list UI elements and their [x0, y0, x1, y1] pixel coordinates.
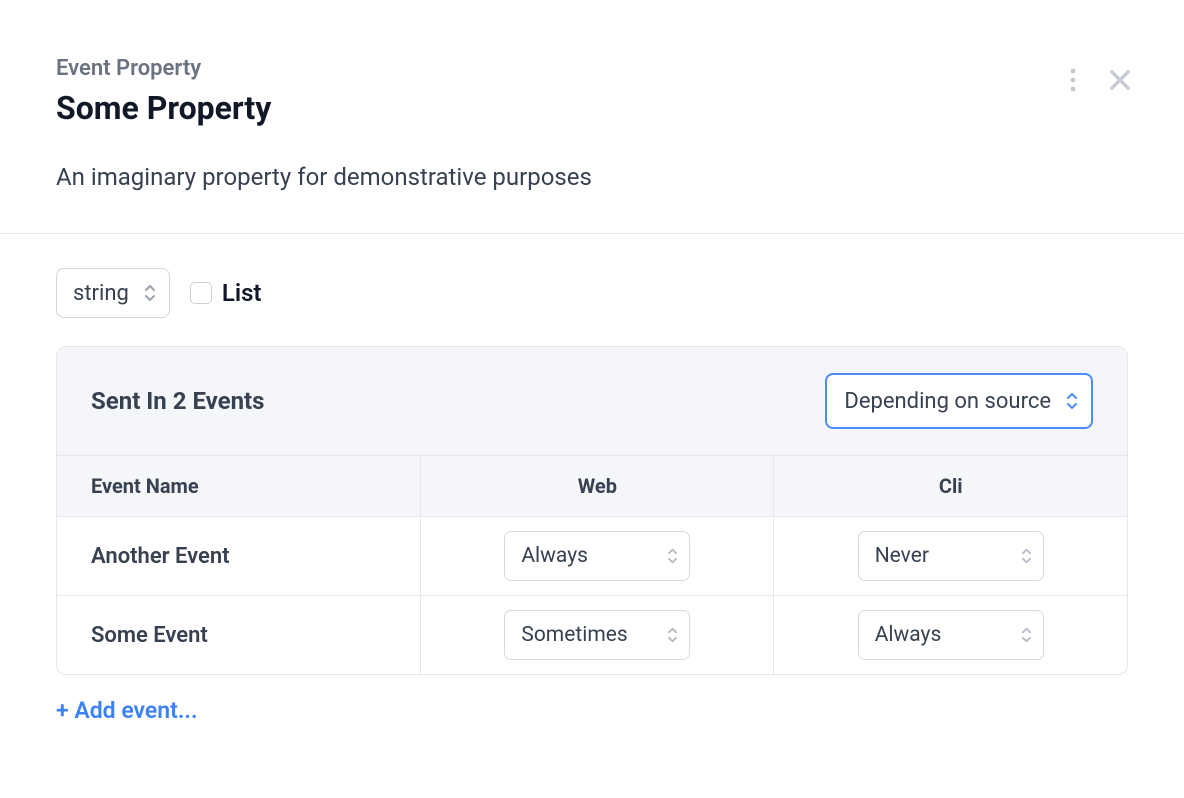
events-card-header: Sent In 2 Events Depending on source	[57, 347, 1127, 455]
event-name-cell: Some Event	[57, 596, 421, 675]
close-button[interactable]	[1102, 62, 1138, 98]
frequency-value: Always	[875, 623, 942, 647]
panel-header: Event Property Some Property An imaginar…	[0, 0, 1184, 233]
frequency-value: Sometimes	[521, 623, 627, 647]
list-checkbox-label: List	[222, 279, 262, 307]
page-title: Some Property	[56, 89, 1128, 127]
frequency-select[interactable]: Always	[504, 531, 690, 581]
chevron-up-down-icon	[143, 283, 157, 303]
list-checkbox-group: List	[190, 279, 262, 307]
table-row: Some Event Sometimes	[57, 596, 1127, 675]
frequency-select[interactable]: Sometimes	[504, 610, 690, 660]
chevron-up-down-icon	[1020, 626, 1033, 644]
property-description: An imaginary property for demonstrative …	[56, 163, 1128, 191]
type-row: string List	[56, 268, 1128, 318]
events-card-title: Sent In 2 Events	[91, 387, 265, 415]
header-actions	[1066, 62, 1138, 98]
type-select-value: string	[73, 281, 129, 306]
frequency-select[interactable]: Never	[858, 531, 1044, 581]
type-select[interactable]: string	[56, 268, 170, 318]
events-card: Sent In 2 Events Depending on source	[56, 346, 1128, 675]
list-checkbox[interactable]	[190, 282, 212, 304]
event-name-cell: Another Event	[57, 517, 421, 596]
chevron-up-down-icon	[666, 547, 679, 565]
kebab-icon	[1070, 68, 1076, 92]
table-row: Another Event Always	[57, 517, 1127, 596]
more-menu-button[interactable]	[1066, 64, 1080, 96]
breadcrumb: Event Property	[56, 56, 1128, 81]
close-icon	[1106, 66, 1134, 94]
add-event-button[interactable]: + Add event...	[56, 697, 198, 724]
source-mode-value: Depending on source	[844, 389, 1051, 414]
chevron-up-down-icon	[1020, 547, 1033, 565]
col-header-event-name: Event Name	[57, 456, 421, 517]
frequency-select[interactable]: Always	[858, 610, 1044, 660]
source-mode-select[interactable]: Depending on source	[825, 373, 1093, 429]
events-table: Event Name Web Cli Another Event Always	[57, 455, 1127, 674]
chevron-up-down-icon	[1065, 391, 1079, 411]
chevron-up-down-icon	[666, 626, 679, 644]
panel-body: string List Sent In 2 Events Depending o…	[0, 234, 1184, 764]
event-property-panel: Event Property Some Property An imaginar…	[0, 0, 1184, 798]
frequency-value: Never	[875, 544, 929, 568]
frequency-value: Always	[521, 544, 588, 568]
col-header-cli: Cli	[774, 456, 1127, 517]
col-header-web: Web	[421, 456, 774, 517]
